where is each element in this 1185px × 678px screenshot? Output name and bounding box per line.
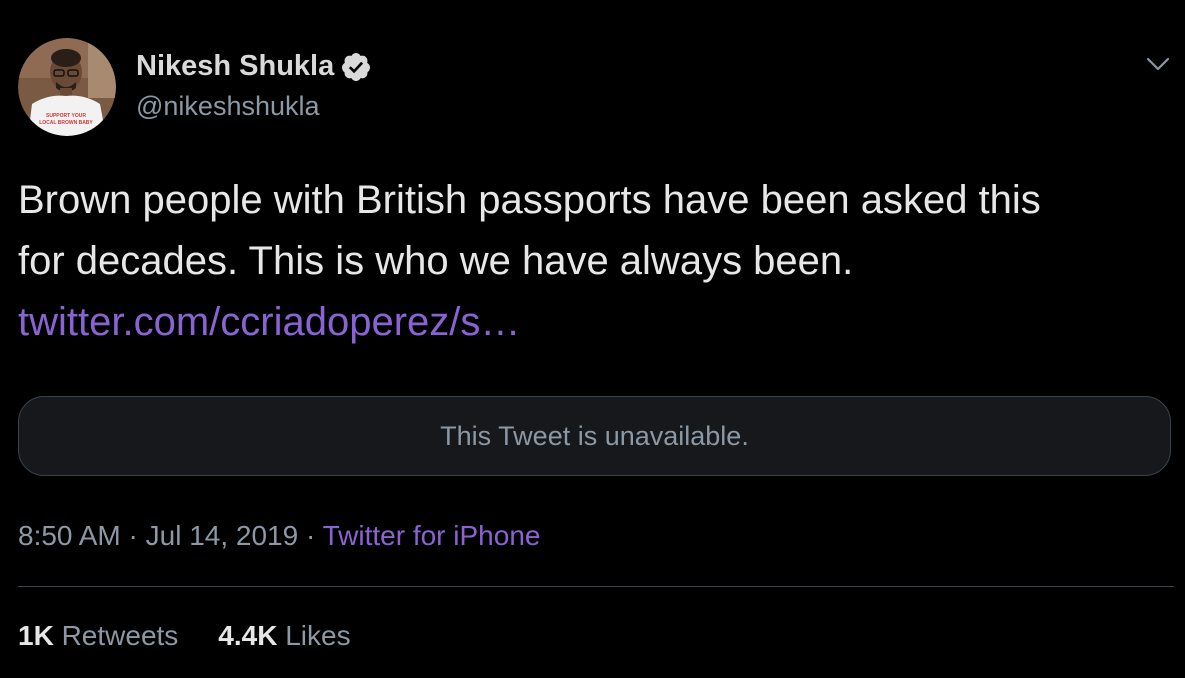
verified-badge-icon — [342, 52, 371, 81]
meta-separator-1: · — [120, 520, 146, 551]
author-handle[interactable]: @nikeshshukla — [136, 91, 320, 122]
meta-separator-2: · — [298, 520, 323, 551]
tweet-stats: 1K Retweets 4.4K Likes — [18, 620, 351, 652]
retweets-label: Retweets — [61, 620, 179, 651]
tweet-metadata: 8:50 AM · Jul 14, 2019 · Twitter for iPh… — [18, 520, 540, 552]
likes-count: 4.4K — [218, 620, 278, 651]
avatar-shirt-text-2: LOCAL BROWN BABY — [39, 120, 93, 126]
tweet-text-line-2: for decades. This is who we have always … — [18, 239, 854, 283]
tweet-time[interactable]: 8:50 AM — [18, 520, 121, 551]
avatar[interactable]: SUPPORT YOUR LOCAL BROWN BABY — [18, 38, 116, 136]
retweets-stat[interactable]: 1K Retweets — [18, 620, 178, 652]
more-options-button[interactable] — [1142, 50, 1174, 78]
tweet-link[interactable]: twitter.com/ccriadoperez/s… — [18, 300, 520, 344]
avatar-shirt-text-1: SUPPORT YOUR — [46, 113, 86, 119]
tweet-source-link[interactable]: Twitter for iPhone — [323, 520, 541, 551]
quoted-tweet-unavailable-text: This Tweet is unavailable. — [440, 420, 749, 451]
author-name-row[interactable]: Nikesh Shukla — [136, 50, 372, 83]
tweet-container: SUPPORT YOUR LOCAL BROWN BABY Nikesh Shu… — [0, 0, 1185, 678]
tweet-text-line-1: Brown people with British passports have… — [18, 178, 1041, 222]
tweet-text: Brown people with British passports have… — [18, 170, 1178, 353]
quoted-tweet-card[interactable]: This Tweet is unavailable. — [18, 396, 1171, 476]
tweet-date[interactable]: Jul 14, 2019 — [146, 520, 299, 551]
likes-label: Likes — [285, 620, 351, 651]
profile-photo-icon: SUPPORT YOUR LOCAL BROWN BABY — [18, 38, 116, 136]
divider — [18, 586, 1174, 587]
likes-stat[interactable]: 4.4K Likes — [218, 620, 350, 652]
retweets-count: 1K — [18, 620, 54, 651]
author-name[interactable]: Nikesh Shukla — [136, 50, 334, 83]
chevron-down-icon — [1146, 57, 1170, 71]
